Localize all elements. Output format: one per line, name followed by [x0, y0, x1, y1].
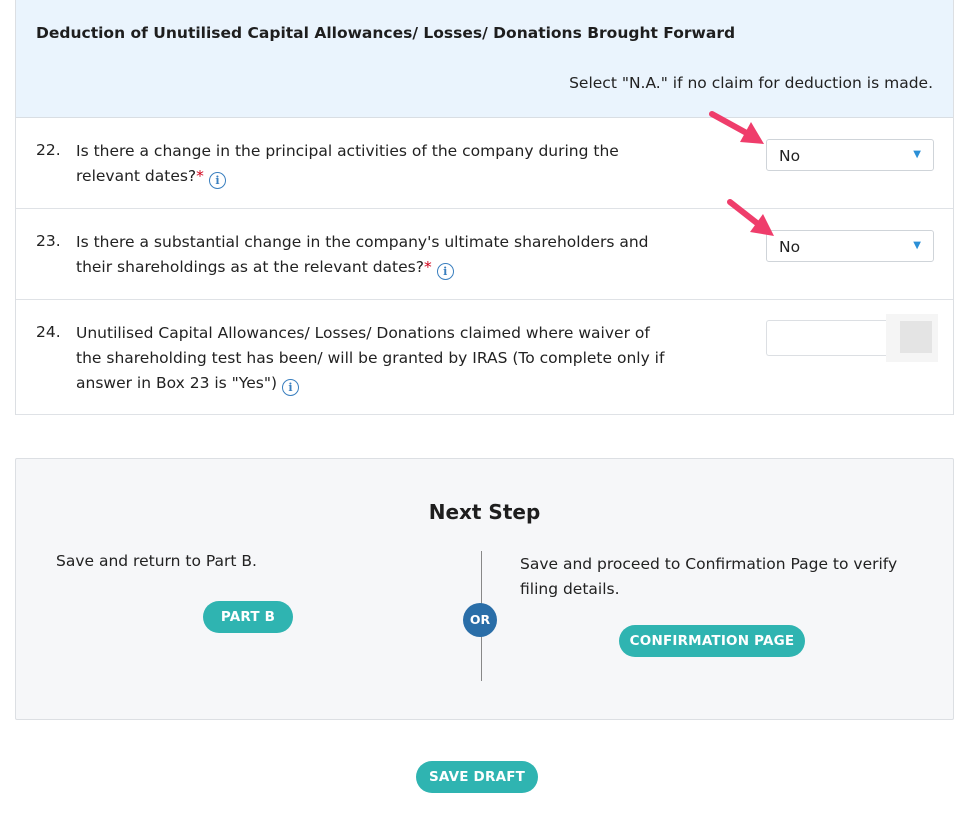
question-text: Is there a substantial change in the com…: [76, 230, 676, 280]
next-step-panel: Next Step Save and return to Part B. PAR…: [15, 458, 954, 720]
answer-select-22[interactable]: No ▼: [766, 139, 934, 171]
caret-down-icon: ▼: [913, 149, 921, 160]
part-b-button[interactable]: PART B: [203, 601, 293, 633]
question-number: 22.: [36, 141, 61, 159]
info-icon[interactable]: i: [282, 379, 299, 396]
question-number: 24.: [36, 323, 61, 341]
redacted-area: [900, 321, 932, 353]
panel-title: Deduction of Unutilised Capital Allowanc…: [36, 24, 736, 42]
question-text: Unutilised Capital Allowances/ Losses/ D…: [76, 321, 676, 396]
confirmation-page-button[interactable]: CONFIRMATION PAGE: [619, 625, 805, 657]
answer-select-23[interactable]: No ▼: [766, 230, 934, 262]
proceed-description: Save and proceed to Confirmation Page to…: [520, 555, 898, 598]
required-mark: *: [196, 167, 204, 185]
question-label: Unutilised Capital Allowances/ Losses/ D…: [76, 324, 665, 392]
required-mark: *: [423, 258, 432, 276]
question-number: 23.: [36, 232, 61, 250]
next-step-title: Next Step: [428, 500, 541, 524]
panel-header: Deduction of Unutilised Capital Allowanc…: [16, 0, 953, 118]
or-badge: OR: [463, 603, 497, 637]
question-row-24: 24. Unutilised Capital Allowances/ Losse…: [16, 300, 953, 415]
panel-note: Select "N.A." if no claim for deduction …: [569, 74, 933, 92]
return-description: Save and return to Part B.: [56, 552, 257, 570]
question-label: Is there a substantial change in the com…: [76, 233, 649, 276]
select-value: No: [779, 238, 801, 256]
caret-down-icon: ▼: [913, 240, 921, 251]
question-text: Is there a change in the principal activ…: [76, 139, 676, 189]
select-value: No: [779, 147, 801, 165]
info-icon[interactable]: i: [208, 172, 226, 189]
info-icon[interactable]: i: [436, 263, 454, 280]
question-label: Is there a change in the principal activ…: [76, 142, 619, 185]
question-row-22: 22. Is there a change in the principal a…: [16, 118, 953, 209]
deduction-panel: Deduction of Unutilised Capital Allowanc…: [15, 0, 954, 415]
save-draft-button[interactable]: SAVE DRAFT: [416, 761, 538, 793]
question-row-23: 23. Is there a substantial change in the…: [16, 209, 953, 300]
amount-input-24[interactable]: [766, 320, 886, 356]
